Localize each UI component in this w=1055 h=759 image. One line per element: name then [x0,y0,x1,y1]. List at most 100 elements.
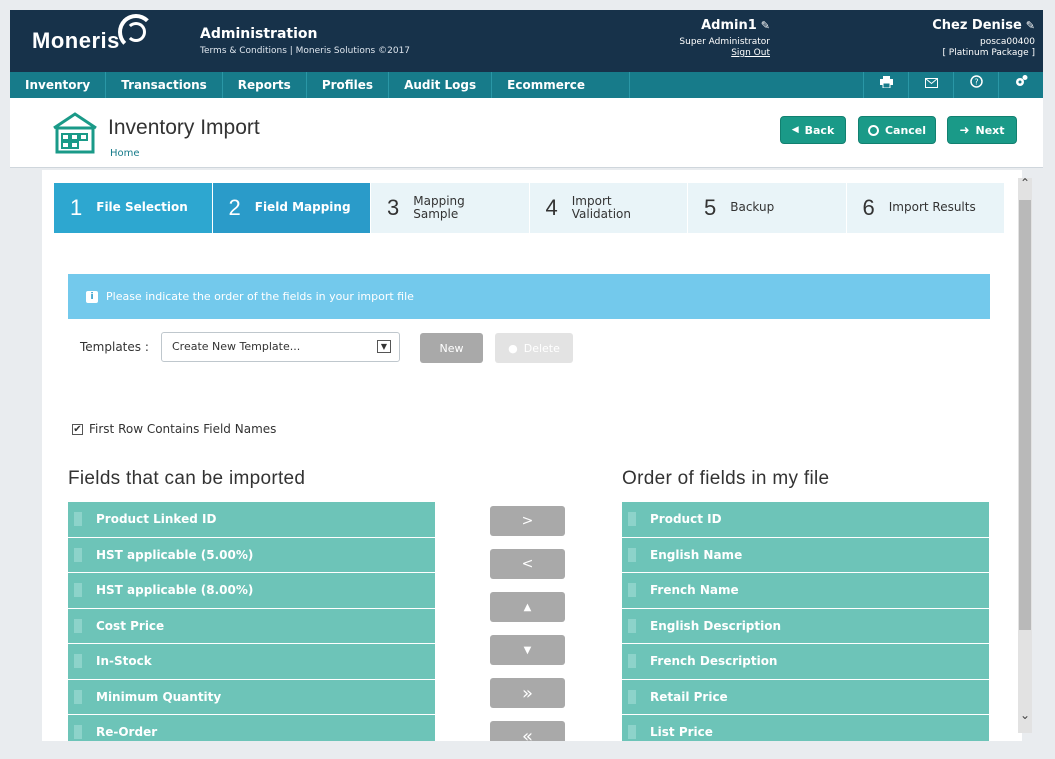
step-field-mapping[interactable]: 2 Field Mapping [212,183,371,233]
moneris-swirl-inner-icon [126,22,146,42]
cancel-label: Cancel [884,123,927,137]
chevron-down-icon: ▼ [377,340,391,353]
delete-template-button: ● Delete [495,333,573,363]
move-down-button[interactable]: ▼ [490,635,565,665]
back-button[interactable]: ◀ Back [780,116,846,144]
store-name[interactable]: Chez Denise ✎ [880,18,1035,33]
list-item[interactable]: HST applicable (5.00%) [68,537,435,573]
list-item[interactable]: List Price [622,715,989,741]
step-number: 4 [545,195,558,220]
drag-handle-icon[interactable] [74,689,82,704]
edit-pencil-icon[interactable]: ✎ [1026,19,1035,32]
user-name[interactable]: Admin1 ✎ [640,18,770,33]
list-item[interactable]: Minimum Quantity [68,679,435,715]
new-template-button[interactable]: New [420,333,483,363]
step-number: 6 [862,195,875,220]
drag-handle-icon[interactable] [628,583,636,598]
scroll-down-icon[interactable]: ⌄ [1016,708,1034,728]
warehouse-icon [52,112,98,154]
nav-ecommerce[interactable]: Ecommerce [492,72,631,98]
app-title: Administration [200,26,318,42]
mail-icon[interactable] [908,72,953,98]
move-left-button[interactable]: < [490,549,565,579]
info-icon: i [86,290,98,303]
drag-handle-icon[interactable] [628,512,636,527]
list-item[interactable]: HST applicable (8.00%) [68,573,435,609]
list-item-label: English Name [650,547,743,562]
user-name-text: Admin1 [701,18,757,33]
available-fields-title: Fields that can be imported [68,468,306,489]
list-item-label: Minimum Quantity [96,689,222,704]
page-header: Inventory Import Home ◀ Back Cancel ➜ Ne… [10,98,1043,168]
list-item[interactable]: In-Stock [68,644,435,680]
drag-handle-icon[interactable] [74,547,82,562]
step-number: 3 [387,195,400,220]
drag-handle-icon[interactable] [74,512,82,527]
first-row-checkbox-row[interactable]: ✔ First Row Contains Field Names [72,422,276,436]
step-file-selection[interactable]: 1 File Selection [54,183,213,233]
list-item[interactable]: Product ID [622,502,989,538]
step-import-validation: 4 Import Validation [529,183,688,233]
nav-transactions[interactable]: Transactions [106,72,223,98]
list-item[interactable]: French Name [622,573,989,609]
list-item-label: HST applicable (5.00%) [96,547,254,562]
templates-label: Templates : [80,340,149,354]
list-item-label: French Description [650,654,778,669]
printer-icon[interactable] [863,72,908,98]
top-header: Moneris Administration Terms & Condition… [10,10,1043,72]
nav-inventory[interactable]: Inventory [10,72,107,98]
nav-audit-logs[interactable]: Audit Logs [389,72,493,98]
list-item[interactable]: Product Linked ID [68,502,435,538]
step-label: Import Results [888,200,976,215]
chevron-left-icon: ◀ [791,125,799,135]
move-all-left-button[interactable]: « [490,721,565,741]
drag-handle-icon[interactable] [628,654,636,669]
list-item[interactable]: English Name [622,537,989,573]
delete-label: Delete [523,341,560,355]
step-label: File Selection [96,200,188,215]
help-icon[interactable]: ? [953,72,998,98]
list-item[interactable]: Cost Price [68,608,435,644]
sign-out-link[interactable]: Sign Out [640,48,770,58]
main-nav: Inventory Transactions Reports Profiles … [10,72,1043,98]
scroll-up-icon[interactable]: ⌃ [1016,176,1034,196]
list-item[interactable]: Re-Order [68,715,435,741]
next-button[interactable]: ➜ Next [947,116,1017,144]
terms-link[interactable]: Terms & Conditions | Moneris Solutions ©… [200,46,410,56]
nav-profiles[interactable]: Profiles [307,72,390,98]
list-item-label: Re-Order [96,725,158,740]
templates-select[interactable]: Create New Template... ▼ [161,332,400,362]
drag-handle-icon[interactable] [74,725,82,740]
drag-handle-icon[interactable] [74,583,82,598]
drag-handle-icon[interactable] [628,547,636,562]
breadcrumb-home[interactable]: Home [110,148,140,159]
move-up-button[interactable]: ▲ [490,592,565,622]
trash-icon: ● [508,341,518,355]
edit-pencil-icon[interactable]: ✎ [761,19,770,32]
list-item[interactable]: French Description [622,644,989,680]
move-all-right-button[interactable]: » [490,678,565,708]
step-number: 1 [70,195,83,220]
drag-handle-icon[interactable] [628,689,636,704]
move-right-button[interactable]: > [490,506,565,536]
cancel-button[interactable]: Cancel [858,116,936,144]
settings-icon[interactable] [998,72,1043,98]
store-id: posca00400 [979,37,1035,47]
drag-handle-icon[interactable] [628,725,636,740]
nav-reports[interactable]: Reports [223,72,307,98]
page-title: Inventory Import [108,116,260,139]
list-item-label: English Description [650,618,782,633]
step-backup: 5 Backup [688,183,847,233]
user-role: Super Administrator [679,37,770,47]
scrollbar-thumb[interactable] [1019,200,1031,630]
list-item-label: Product ID [650,512,722,527]
store-block: Chez Denise ✎ posca00400 [ Platinum Packa… [880,18,1035,58]
moneris-logo[interactable]: Moneris [32,28,120,54]
list-item[interactable]: Retail Price [622,679,989,715]
list-item[interactable]: English Description [622,608,989,644]
first-row-checkbox[interactable]: ✔ [72,423,83,435]
info-message: Please indicate the order of the fields … [106,290,414,303]
drag-handle-icon[interactable] [628,618,636,633]
drag-handle-icon[interactable] [74,654,82,669]
drag-handle-icon[interactable] [74,618,82,633]
